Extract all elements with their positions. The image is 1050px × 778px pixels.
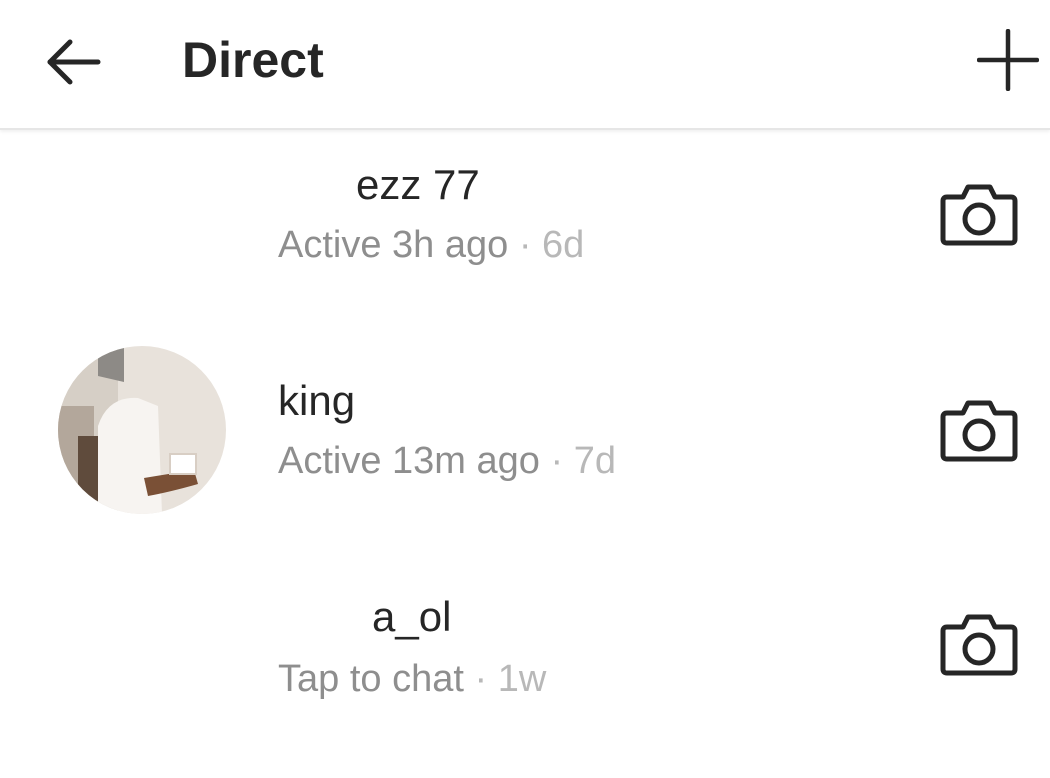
- thread-subtitle: Active 3h ago · 6d: [278, 222, 584, 268]
- thread-username: ezz 77: [356, 161, 480, 208]
- camera-icon: [940, 184, 1018, 246]
- camera-button[interactable]: [936, 392, 1022, 468]
- avatar: [58, 562, 226, 730]
- thread-row[interactable]: king Active 13m ago · 7d: [0, 346, 1050, 562]
- page-title: Direct: [182, 32, 324, 88]
- thread-status: Active 3h ago: [278, 224, 509, 266]
- thread-status: Tap to chat: [278, 658, 464, 700]
- top-bar: Direct: [0, 0, 1050, 130]
- thread-separator: ·: [463, 658, 498, 700]
- thread-status: Active 13m ago: [278, 440, 540, 482]
- camera-icon: [940, 400, 1018, 462]
- plus-icon: [977, 29, 1039, 91]
- thread-username: a_ol: [372, 593, 452, 640]
- thread-username: king: [278, 377, 356, 424]
- thread-row[interactable]: ezz 77 Active 3h ago · 6d: [0, 130, 1050, 346]
- camera-button[interactable]: [936, 606, 1022, 682]
- camera-icon: [940, 614, 1018, 676]
- thread-separator: ·: [539, 440, 574, 482]
- thread-subtitle: Active 13m ago · 7d: [278, 438, 616, 484]
- thread-separator: ·: [508, 224, 543, 266]
- avatar: [58, 138, 226, 306]
- thread-time: 1w: [497, 658, 547, 700]
- thread-time: 6d: [542, 224, 585, 266]
- camera-button[interactable]: [936, 176, 1022, 252]
- thread-time: 7d: [573, 440, 616, 482]
- arrow-left-icon: [47, 39, 101, 85]
- avatar: [58, 346, 226, 514]
- new-message-button[interactable]: [970, 22, 1046, 98]
- thread-subtitle: Tap to chat · 1w: [278, 656, 546, 702]
- avatar-photo: [58, 346, 226, 514]
- thread-row[interactable]: a_ol Tap to chat · 1w: [0, 562, 1050, 778]
- back-button[interactable]: [38, 28, 106, 96]
